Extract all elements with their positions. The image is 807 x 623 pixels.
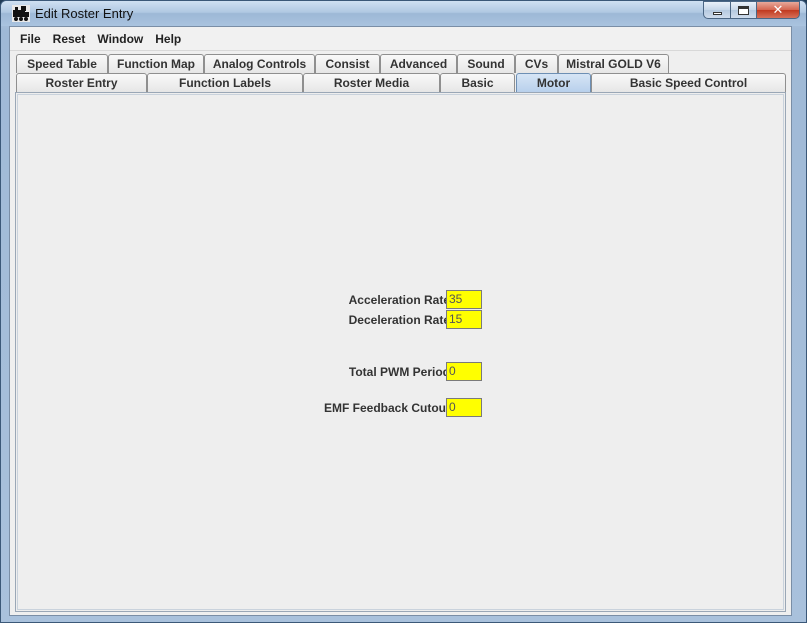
close-button[interactable]: ✕ [756,1,800,19]
edit-roster-entry-window: Edit Roster Entry ✕ File Reset Window He… [0,0,807,623]
acceleration-rate-label: Acceleration Rate [348,293,450,307]
minimize-icon [712,11,722,15]
tab-function-labels[interactable]: Function Labels [147,73,303,92]
title-bar[interactable]: Edit Roster Entry ✕ [1,1,806,26]
motor-panel: Acceleration Rate 35 Deceleration Rate 1… [15,92,786,612]
menu-help[interactable]: Help [149,28,187,50]
menu-reset[interactable]: Reset [47,28,92,50]
client-area: File Reset Window Help Speed Table Funct… [9,26,792,616]
motor-panel-border [17,94,784,610]
close-icon: ✕ [772,2,784,17]
deceleration-rate-label: Deceleration Rate [348,313,450,327]
tab-advanced[interactable]: Advanced [380,54,457,73]
tab-mistral-gold-v6[interactable]: Mistral GOLD V6 [558,54,669,73]
total-pwm-period-field[interactable]: 0 [446,362,482,381]
acceleration-rate-field[interactable]: 35 [446,290,482,309]
tab-basic-speed-control[interactable]: Basic Speed Control [591,73,786,92]
window-controls: ✕ [703,1,800,19]
tab-analog-controls[interactable]: Analog Controls [204,54,315,73]
tab-consist[interactable]: Consist [315,54,380,73]
tab-roster-media[interactable]: Roster Media [303,73,440,92]
tab-cvs[interactable]: CVs [515,54,558,73]
tab-motor[interactable]: Motor [516,73,591,92]
tab-function-map[interactable]: Function Map [108,54,204,73]
tab-basic[interactable]: Basic [440,73,515,92]
menu-bar: File Reset Window Help [10,27,791,51]
menu-window[interactable]: Window [91,28,149,50]
minimize-button[interactable] [703,1,730,19]
maximize-button[interactable] [730,1,756,19]
emf-feedback-cutout-field[interactable]: 0 [446,398,482,417]
deceleration-rate-field[interactable]: 15 [446,310,482,329]
maximize-icon [738,5,749,15]
tab-sound[interactable]: Sound [457,54,515,73]
emf-feedback-cutout-label: EMF Feedback Cutout [323,401,450,415]
window-title: Edit Roster Entry [35,6,134,21]
locomotive-icon [12,5,30,22]
tab-speed-table[interactable]: Speed Table [16,54,108,73]
total-pwm-period-label: Total PWM Period [348,365,450,379]
menu-file[interactable]: File [14,28,47,50]
tab-roster-entry[interactable]: Roster Entry [16,73,147,92]
